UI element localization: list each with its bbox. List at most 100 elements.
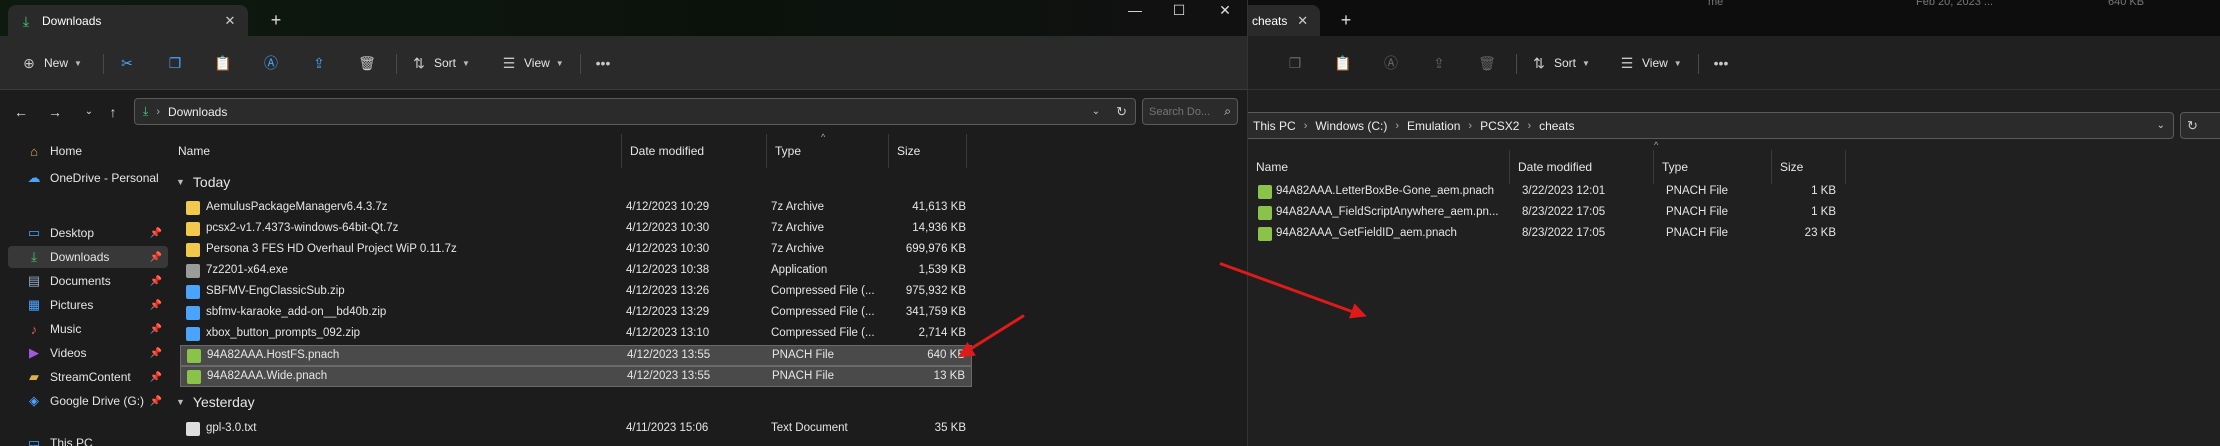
minimize-button[interactable]: — (1112, 0, 1158, 22)
new-tab-button[interactable]: + (1334, 9, 1358, 33)
file-type: Compressed File (... (771, 327, 875, 339)
recent-locations-button[interactable]: ⌄ (78, 101, 100, 123)
forward-button[interactable]: → (44, 101, 66, 123)
column-type-label: Type (775, 144, 802, 158)
file-row[interactable]: 94A82AAA_FieldScriptAnywhere_aem.pn... 8/… (1252, 203, 1842, 224)
zip-icon (186, 285, 200, 299)
pin-icon: 📌 (149, 395, 162, 407)
sidebar-item-pictures[interactable]: ▦ Pictures 📌 (8, 294, 168, 316)
home-icon: ⌂ (30, 143, 38, 159)
column-size-label: Size (897, 144, 921, 158)
column-header-date[interactable]: Date modified (622, 134, 767, 168)
view-button[interactable]: ☰ View ▼ (1618, 49, 1682, 77)
file-row[interactable]: 94A82AAA.HostFS.pnach 4/12/2023 13:55 PNAC… (180, 345, 972, 366)
sidebar-item-onedrive-personal[interactable]: ☁ OneDrive - Personal (8, 167, 168, 189)
up-button[interactable]: ↑ (102, 101, 124, 123)
file-row[interactable]: Persona 3 FES HD Overhaul Project WiP 0.… (180, 240, 972, 261)
sidebar-item-music[interactable]: ♪ Music 📌 (8, 318, 168, 340)
address-bar[interactable]: This PC › Windows (C:) › Emulation › PCSX2 › che… (1248, 112, 2174, 139)
file-row[interactable]: sbfmv-karaoke_add-on__bd40b.zip 4/12/2023… (180, 303, 972, 324)
copy-button[interactable]: ❐ (1286, 49, 1304, 77)
pin-icon: 📌 (149, 227, 162, 239)
file-row[interactable]: 94A82AAA_GetFieldID_aem.pnach 8/23/2022 1… (1252, 224, 1842, 245)
file-row[interactable]: 7z2201-x64.exe 4/12/2023 10:38 Application… (180, 261, 972, 282)
group-header-today[interactable]: ▼ Today (176, 174, 230, 190)
column-header-size[interactable]: Size (889, 134, 967, 168)
address-bar[interactable]: ⤓ › Downloads ⌄ ↻ (134, 98, 1136, 125)
maximize-button[interactable]: ☐ (1156, 0, 1202, 22)
refresh-icon[interactable]: ↻ (1116, 104, 1127, 120)
tab-downloads[interactable]: ⤓ Downloads ✕ (8, 5, 248, 36)
search-icon[interactable]: ⌕ (1224, 104, 1231, 119)
sidebar-item-videos[interactable]: ▶ Videos 📌 (8, 342, 168, 364)
rename-button[interactable]: Ⓐ (1382, 49, 1400, 77)
breadcrumb-cheats[interactable]: cheats (1539, 119, 1574, 133)
breadcrumb-separator-icon: › (1395, 119, 1400, 132)
sidebar-item-home[interactable]: ⌂ Home (8, 140, 168, 162)
file-row[interactable]: 94A82AAA.LetterBoxBe-Gone_aem.pnach 3/22/… (1252, 182, 1842, 203)
delete-button[interactable]: 🗑 (1478, 49, 1496, 77)
pnach-file-icon (1258, 185, 1272, 199)
breadcrumb-windows-c[interactable]: Windows (C:) (1315, 119, 1387, 133)
sidebar-item-downloads[interactable]: ⤓ Downloads 📌 (8, 246, 168, 268)
breadcrumb-separator-icon: › (1303, 119, 1308, 132)
close-tab-icon[interactable]: ✕ (222, 13, 238, 29)
download-icon: ⤓ (22, 12, 30, 29)
new-tab-button[interactable]: + (264, 9, 288, 33)
view-button[interactable]: ☰ View ▼ (500, 49, 564, 77)
pc-icon: ▭ (27, 435, 41, 446)
column-header-date[interactable]: Date modified (1510, 150, 1654, 184)
paste-button[interactable]: 📋 (214, 49, 232, 77)
file-date: 4/12/2023 13:29 (626, 306, 710, 318)
column-header-name[interactable]: Name (1248, 150, 1510, 184)
rename-button[interactable]: Ⓐ (262, 49, 280, 77)
sort-icon: ⇅ (1533, 55, 1545, 71)
close-tab-icon[interactable]: ✕ (1295, 13, 1310, 29)
file-row[interactable]: xbox_button_prompts_092.zip 4/12/2023 13:… (180, 324, 972, 345)
file-row[interactable]: gpl-3.0.txt 4/11/2023 15:06 Text Document 3… (180, 419, 972, 440)
more-options-button[interactable]: ••• (594, 49, 612, 77)
breadcrumb-pcsx2[interactable]: PCSX2 (1480, 119, 1519, 133)
tab-cheats[interactable]: cheats ✕ (1248, 5, 1320, 36)
command-bar: ❐ 📋 Ⓐ ⇪ 🗑 ⇅ Sort ▼ ☰ View ▼ ••• (1248, 36, 2220, 90)
chevron-down-icon[interactable]: ⌄ (1092, 106, 1100, 117)
share-button[interactable]: ⇪ (310, 49, 328, 77)
column-header-size[interactable]: Size (1772, 150, 1846, 184)
share-button[interactable]: ⇪ (1430, 49, 1448, 77)
close-window-button[interactable]: ✕ (1202, 0, 1247, 22)
archive-icon (186, 222, 200, 236)
new-button[interactable]: ⊕ New ▼ (20, 49, 82, 77)
refresh-icon[interactable]: ↻ (2187, 118, 2198, 134)
search-input[interactable] (1149, 105, 1225, 118)
search-box[interactable]: ↻ (2180, 112, 2220, 139)
group-header-yesterday[interactable]: ▼ Yesterday (176, 394, 255, 410)
breadcrumb-emulation[interactable]: Emulation (1407, 119, 1460, 133)
sidebar-item-documents[interactable]: ▤ Documents 📌 (8, 270, 168, 292)
zip-icon (186, 327, 200, 341)
search-box[interactable]: ⌕ (1142, 98, 1238, 125)
column-header-type[interactable]: Type ^ (1654, 140, 1772, 184)
back-button[interactable]: ← (10, 101, 32, 123)
column-header-name[interactable]: Name (170, 134, 622, 168)
file-list: Name Date modified Type ^ Size ▼ Today Aem… (170, 132, 1247, 446)
sidebar-item-label: Desktop (50, 226, 95, 240)
sidebar-item-streamcontent[interactable]: ▰ StreamContent 📌 (8, 366, 168, 388)
sidebar-item-this-pc[interactable]: ▭ This PC (8, 432, 168, 446)
file-row[interactable]: pcsx2-v1.7.4373-windows-64bit-Qt.7z 4/12/… (180, 219, 972, 240)
more-options-button[interactable]: ••• (1712, 49, 1730, 77)
sidebar-item-google-drive-g[interactable]: ◈ Google Drive (G:) 📌 (8, 390, 168, 412)
cut-button[interactable]: ✂ (118, 49, 136, 77)
delete-button[interactable]: 🗑 (358, 49, 376, 77)
file-row[interactable]: SBFMV-EngClassicSub.zip 4/12/2023 13:26 Co… (180, 282, 972, 303)
sidebar-item-desktop[interactable]: ▭ Desktop 📌 (8, 222, 168, 244)
copy-button[interactable]: ❐ (166, 49, 184, 77)
column-header-type[interactable]: Type ^ (767, 132, 889, 168)
file-row[interactable]: 94A82AAA.Wide.pnach 4/12/2023 13:55 PNACH … (180, 366, 972, 387)
file-row[interactable]: AemulusPackageManagerv6.4.3.7z 4/12/2023 … (180, 198, 972, 219)
chevron-down-icon[interactable]: ⌄ (2157, 120, 2165, 131)
breadcrumb-downloads[interactable]: Downloads (168, 105, 227, 119)
paste-button[interactable]: 📋 (1334, 49, 1352, 77)
sort-button[interactable]: ⇅ Sort ▼ (410, 49, 470, 77)
breadcrumb-this-pc[interactable]: This PC (1253, 119, 1296, 133)
sort-button[interactable]: ⇅ Sort ▼ (1530, 49, 1590, 77)
